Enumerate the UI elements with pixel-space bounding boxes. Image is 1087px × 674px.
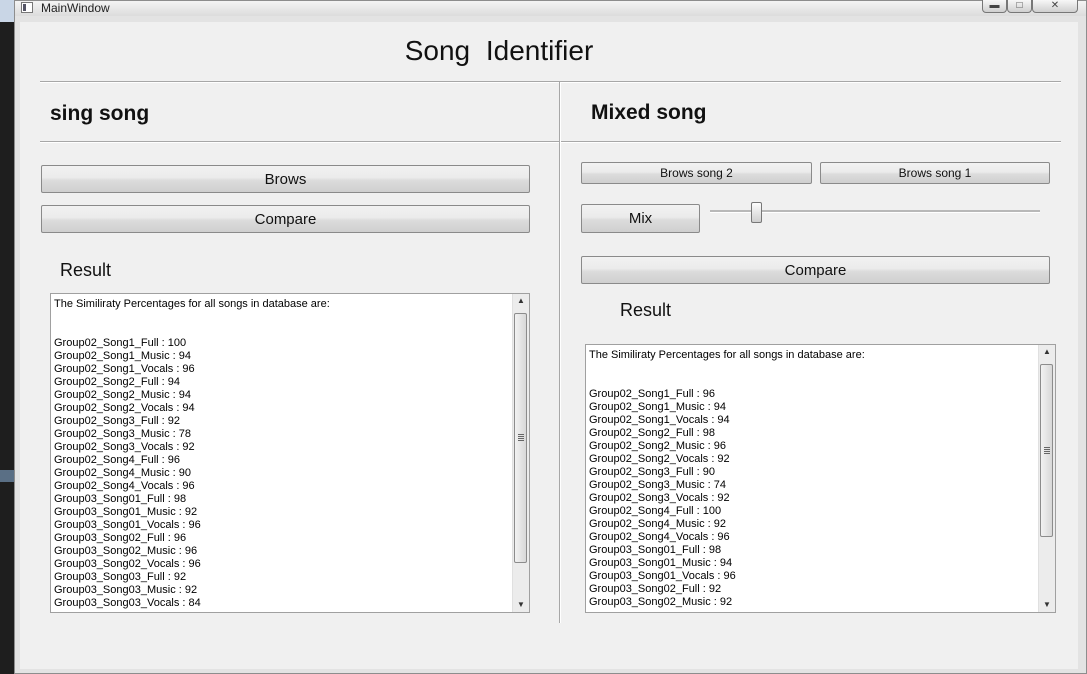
result-spacer	[54, 311, 511, 337]
scroll-up-arrow-icon[interactable]: ▲	[513, 294, 529, 308]
browse-song-2-button[interactable]: Brows song 2	[581, 162, 812, 184]
browse-song-1-button[interactable]: Brows song 1	[820, 162, 1050, 184]
compare-button[interactable]: Compare	[41, 205, 530, 233]
result-line: Group03_Song02_Full : 96	[54, 532, 187, 544]
left-result-scrollbar[interactable]: ▲ ▼	[512, 294, 529, 612]
background-tab	[0, 0, 14, 22]
left-result-text: The Similiraty Percentages for all songs…	[54, 298, 511, 610]
grip-icon	[518, 434, 524, 441]
result-line: Group02_Song1_Full : 96	[589, 388, 715, 400]
result-line: Group02_Song4_Music : 92	[589, 518, 726, 530]
window-title: MainWindow	[41, 1, 110, 15]
grip-icon	[1044, 447, 1050, 454]
mix-slider-handle[interactable]	[751, 202, 763, 223]
minimize-button[interactable]: ▬	[982, 0, 1007, 13]
result-header: The Similiraty Percentages for all songs…	[54, 298, 330, 310]
scroll-thumb[interactable]	[514, 313, 527, 563]
sing-song-title: sing song	[50, 102, 150, 125]
right-result-scrollbar[interactable]: ▲ ▼	[1038, 345, 1055, 612]
result-line: Group03_Song01_Vocals : 96	[589, 570, 736, 582]
result-line: Group02_Song2_Vocals : 92	[589, 453, 730, 465]
left-section-divider	[40, 141, 559, 143]
title-bar[interactable]: MainWindow ▬ □ ✕	[15, 0, 1086, 16]
result-line: Group02_Song3_Vocals : 92	[589, 492, 730, 504]
result-line: Group02_Song1_Vocals : 96	[54, 363, 195, 375]
close-button[interactable]: ✕	[1032, 0, 1078, 13]
result-line: Group03_Song01_Vocals : 96	[54, 519, 201, 531]
result-spacer	[589, 362, 1037, 388]
result-line: Group02_Song2_Full : 94	[54, 376, 180, 388]
title-divider	[40, 81, 1061, 83]
main-window: MainWindow ▬ □ ✕ Song Identifier sing so…	[14, 0, 1087, 674]
right-result-text: The Similiraty Percentages for all songs…	[589, 349, 1037, 609]
result-line: Group03_Song01_Music : 94	[589, 557, 733, 569]
background-divider	[0, 470, 14, 482]
app-title: Song Identifier	[404, 35, 594, 66]
result-label: Result	[60, 260, 112, 280]
result-line: Group02_Song2_Music : 96	[589, 440, 726, 452]
result-line: Group02_Song2_Full : 98	[589, 427, 715, 439]
window-app-icon	[21, 2, 33, 13]
right-result-textbox[interactable]: The Similiraty Percentages for all songs…	[585, 344, 1056, 613]
result-line: Group03_Song03_Full : 92	[54, 571, 187, 583]
client-area: Song Identifier sing song Brows Compare …	[20, 22, 1078, 669]
scroll-down-arrow-icon[interactable]: ▼	[513, 598, 529, 612]
result-line: Group02_Song3_Full : 90	[589, 466, 715, 478]
result-line: Group03_Song01_Full : 98	[54, 493, 187, 505]
result-line: Group03_Song01_Full : 98	[589, 544, 722, 556]
panel-divider	[559, 82, 561, 623]
result-line: Group03_Song03_Vocals : 84	[54, 597, 201, 609]
result-line: Group02_Song2_Music : 94	[54, 389, 191, 401]
result-line: Group03_Song02_Music : 92	[589, 596, 733, 608]
result-line: Group02_Song1_Music : 94	[54, 350, 191, 362]
result-line: Group02_Song2_Vocals : 94	[54, 402, 195, 414]
mixed-result-label: Result	[620, 300, 672, 320]
result-line: Group02_Song4_Music : 90	[54, 467, 191, 479]
result-line: Group03_Song02_Vocals : 96	[54, 558, 201, 570]
right-section-divider	[561, 141, 1061, 143]
result-line: Group03_Song02_Music : 96	[54, 545, 198, 557]
left-result-textbox[interactable]: The Similiraty Percentages for all songs…	[50, 293, 530, 613]
mixed-compare-button[interactable]: Compare	[581, 256, 1050, 284]
result-line: Group02_Song4_Vocals : 96	[589, 531, 730, 543]
result-line: Group03_Song01_Music : 92	[54, 506, 198, 518]
result-line: Group02_Song1_Full : 100	[54, 337, 187, 349]
maximize-button[interactable]: □	[1007, 0, 1032, 13]
result-line: Group02_Song3_Music : 74	[589, 479, 726, 491]
result-line: Group02_Song3_Music : 78	[54, 428, 191, 440]
result-line: Group02_Song4_Full : 100	[589, 505, 722, 517]
browse-button[interactable]: Brows	[41, 165, 530, 193]
result-line: Group02_Song4_Full : 96	[54, 454, 180, 466]
result-line: Group02_Song1_Music : 94	[589, 401, 726, 413]
result-line: Group02_Song3_Full : 92	[54, 415, 180, 427]
result-line: Group02_Song4_Vocals : 96	[54, 480, 195, 492]
result-line: Group03_Song03_Music : 92	[54, 584, 198, 596]
scroll-up-arrow-icon[interactable]: ▲	[1039, 345, 1055, 359]
scroll-down-arrow-icon[interactable]: ▼	[1039, 598, 1055, 612]
mixed-song-title: Mixed song	[591, 101, 707, 124]
result-header: The Similiraty Percentages for all songs…	[589, 349, 865, 361]
mix-button[interactable]: Mix	[581, 204, 700, 233]
result-line: Group02_Song1_Vocals : 94	[589, 414, 730, 426]
scroll-thumb[interactable]	[1040, 364, 1053, 537]
result-line: Group02_Song3_Vocals : 92	[54, 441, 195, 453]
background-editor-strip	[0, 0, 14, 674]
result-line: Group03_Song02_Full : 92	[589, 583, 722, 595]
